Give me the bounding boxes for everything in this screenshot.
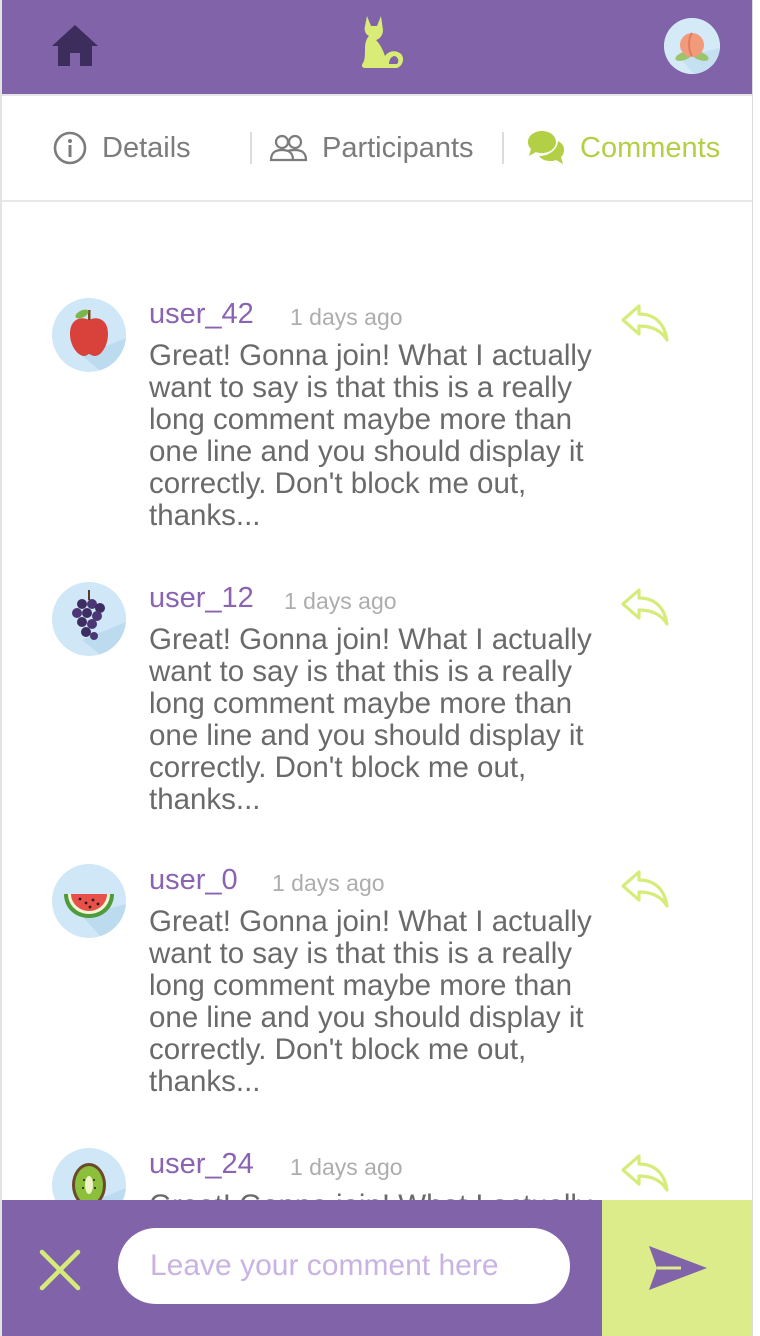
comment-text: Great! Gonna join! What I actually want … (149, 905, 592, 1098)
send-icon (649, 1246, 707, 1290)
chat-bubbles-icon (526, 129, 566, 167)
reply-button[interactable] (619, 302, 671, 342)
comment-input-bar (2, 1200, 602, 1336)
frame-border-right (752, 0, 760, 1336)
reply-icon (621, 870, 669, 908)
app-root: Details Participants Comments user_42 1 … (0, 0, 760, 1336)
apple-avatar-icon (52, 298, 126, 372)
reply-button[interactable] (619, 1152, 671, 1192)
comment-username[interactable]: user_12 (149, 582, 254, 615)
grapes-avatar-icon (52, 582, 126, 656)
tab-participants-label: Participants (322, 131, 474, 164)
reply-button[interactable] (619, 586, 671, 626)
send-button[interactable] (602, 1200, 752, 1336)
comment-text: Great! Gonna join! What I actually want … (149, 339, 592, 532)
reply-button[interactable] (619, 868, 671, 908)
tab-bar: Details Participants Comments (2, 96, 752, 202)
info-icon (52, 130, 88, 166)
peach-avatar-icon (664, 18, 720, 74)
tab-participants[interactable]: Participants (268, 96, 474, 200)
home-icon (52, 25, 98, 66)
reply-icon (621, 1154, 669, 1192)
kiwi-avatar-icon (52, 1148, 126, 1200)
reply-icon (621, 588, 669, 626)
tab-details[interactable]: Details (52, 96, 191, 200)
reply-icon (621, 304, 669, 342)
comment-text: Great! Gonna join! What I actually want … (149, 623, 592, 816)
tab-comments-label: Comments (580, 131, 721, 164)
comment-username[interactable]: user_42 (149, 298, 254, 331)
comment-username[interactable]: user_0 (149, 864, 238, 897)
comment-timestamp: 1 days ago (290, 304, 403, 330)
tab-separator (502, 132, 504, 164)
close-icon (39, 1249, 81, 1291)
tab-separator (250, 132, 252, 164)
comment-list[interactable]: user_42 1 days ago Great! Gonna join! Wh… (2, 204, 752, 1200)
tab-comments[interactable]: Comments (526, 96, 720, 200)
comment-timestamp: 1 days ago (272, 870, 385, 896)
tab-details-label: Details (102, 131, 191, 164)
home-button[interactable] (50, 22, 100, 68)
comment-timestamp: 1 days ago (290, 1154, 403, 1180)
top-header (2, 0, 752, 94)
comment-input[interactable] (118, 1228, 570, 1304)
watermelon-avatar-icon (52, 864, 126, 938)
comment-text: Great! Gonna join! What I actually want … (149, 1190, 609, 1201)
comment-timestamp: 1 days ago (284, 588, 397, 614)
cat-logo-icon (359, 14, 409, 70)
user-avatar-button[interactable] (664, 18, 720, 74)
close-button[interactable] (38, 1248, 82, 1292)
comment-username[interactable]: user_24 (149, 1148, 254, 1181)
people-icon (268, 132, 308, 164)
